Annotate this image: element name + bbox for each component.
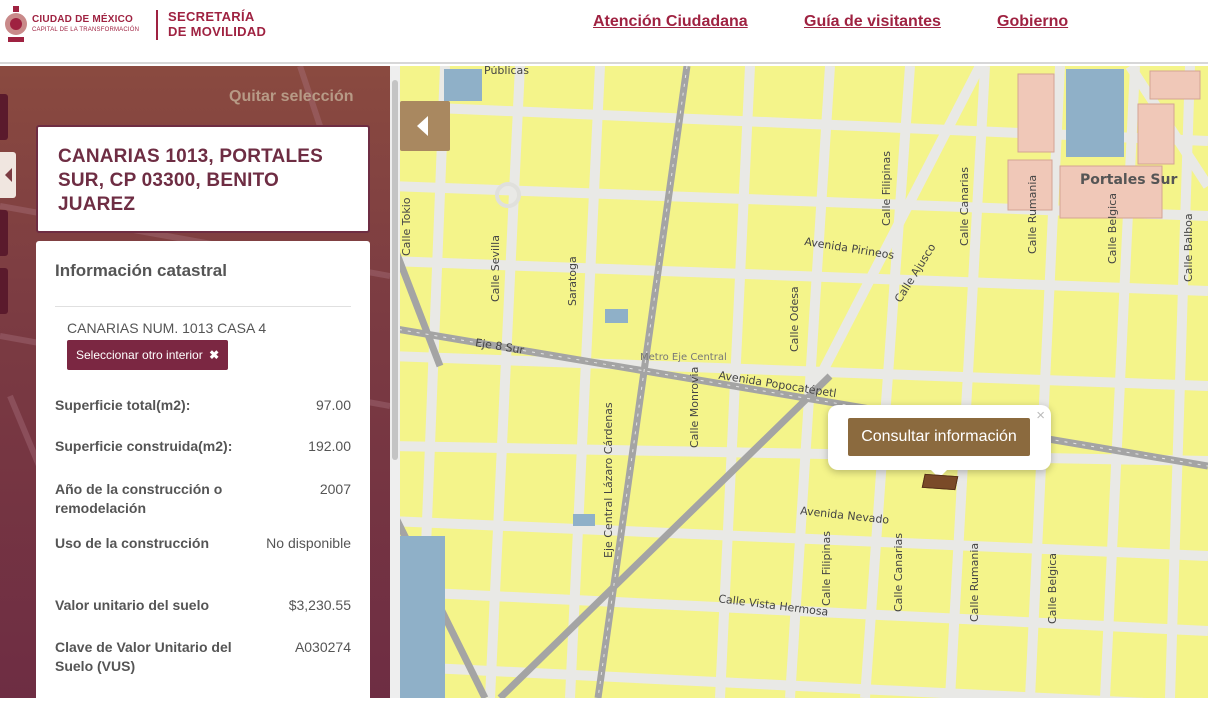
select-other-interior-label: Seleccionar otro interior (76, 348, 203, 362)
nav-atencion-ciudadana[interactable]: Atención Ciudadana (593, 13, 748, 31)
map-label-filipinas-1: Calle Filipinas (880, 151, 893, 226)
selected-parcel-marker[interactable] (921, 473, 959, 491)
property-key: Valor unitario del suelo (55, 597, 210, 613)
map-label-odesa: Calle Odesa (788, 286, 801, 352)
scrollbar-thumb[interactable] (392, 80, 398, 460)
logo-secretaria-line2: DE MOVILIDAD (168, 24, 267, 39)
logo-city-subtitle: CAPITAL DE LA TRANSFORMACIÓN (32, 27, 140, 33)
select-other-interior-button[interactable]: Seleccionar otro interior ✖ (67, 340, 229, 370)
close-icon[interactable]: × (1036, 407, 1045, 424)
map-label-canarias-2: Calle Canarias (892, 533, 905, 612)
logo-city-name: CIUDAD DE MÉXICO (32, 14, 133, 25)
property-key: Clave de Valor Unitario del Suelo (VUS) (55, 639, 232, 674)
property-key: Superficie construida(m2): (55, 438, 233, 454)
map-label-eje-central: Eje Central Lázaro Cárdenas (602, 402, 615, 558)
site-header: CIUDAD DE MÉXICO CAPITAL DE LA TRANSFORM… (0, 0, 1208, 64)
caret-left-icon (5, 168, 12, 182)
info-title: Información catastral (55, 261, 227, 280)
quitar-seleccion-link[interactable]: Quitar selección (229, 88, 354, 106)
map-canvas[interactable]: Portales Sur Eje 8 Sur Avenida Pirineos … (390, 66, 1208, 698)
map-label-rumania-1: Calle Rumania (1026, 174, 1039, 254)
triangle-left-icon (417, 116, 428, 136)
logo-divider (156, 10, 158, 40)
address-card: CANARIAS 1013, PORTALES SUR, CP 03300, B… (36, 125, 370, 233)
map-label-publicas: Públicas (484, 66, 530, 77)
map-label-filipinas-2: Calle Filipinas (820, 531, 833, 606)
logo-secretaria-line1: SECRETARÍA (168, 9, 255, 24)
logo-secretaria: SECRETARÍA DE MOVILIDAD (168, 9, 266, 39)
panel-scrollbar[interactable] (390, 66, 400, 698)
property-value: $3,230.55 (288, 597, 351, 613)
close-icon: ✖ (209, 348, 220, 362)
map-label-balboa: Calle Balboa (1182, 213, 1195, 282)
map-label-saratoga: Saratoga (566, 256, 579, 306)
property-value: 192.00 (308, 438, 351, 454)
map-label-belgica-2: Calle Belgica (1046, 553, 1059, 624)
logo[interactable]: CIUDAD DE MÉXICO CAPITAL DE LA TRANSFORM… (0, 2, 290, 48)
map-label-tokio: Calle Tokio (400, 197, 413, 256)
property-value: 2007 (319, 481, 351, 497)
side-tab-1[interactable] (0, 94, 8, 140)
side-tab-2[interactable] (0, 210, 8, 256)
property-value: No disponible (266, 535, 351, 551)
side-tab-active[interactable] (0, 152, 16, 198)
map-label-rumania-2: Calle Rumania (968, 542, 981, 622)
property-value: A030274 (294, 639, 351, 655)
map-label-canarias-1: Calle Canarias (958, 167, 971, 246)
side-tab-3[interactable] (0, 268, 8, 314)
property-key: Año de la construcción o remodelación (55, 481, 223, 516)
property-key: Superficie total(m2): (55, 397, 191, 413)
nav-guia-visitantes[interactable]: Guía de visitantes (804, 13, 941, 31)
consultar-informacion-button[interactable]: Consultar información (848, 418, 1030, 456)
divider (55, 306, 351, 307)
map-label-sevilla: Calle Sevilla (489, 235, 502, 302)
map-label-belgica-1: Calle Belgica (1106, 193, 1119, 264)
map-label-monrovia: Calle Monrovia (688, 366, 701, 448)
city-emblem-icon (5, 6, 27, 42)
collapse-panel-button[interactable] (400, 101, 450, 151)
interior-label: CANARIAS NUM. 1013 CASA 4 (67, 320, 267, 336)
map-popup: Consultar información × (828, 405, 1051, 478)
map-label-metro: Metro Eje Central (640, 352, 727, 363)
map-label-portales-sur: Portales Sur (1080, 172, 1178, 188)
property-key: Uso de la construcción (55, 535, 210, 551)
nav-gobierno[interactable]: Gobierno (997, 13, 1068, 31)
address-text: CANARIAS 1013, PORTALES SUR, CP 03300, B… (58, 146, 324, 215)
property-value: 97.00 (315, 397, 351, 413)
info-panel: Información catastral CANARIAS NUM. 1013… (36, 241, 370, 711)
